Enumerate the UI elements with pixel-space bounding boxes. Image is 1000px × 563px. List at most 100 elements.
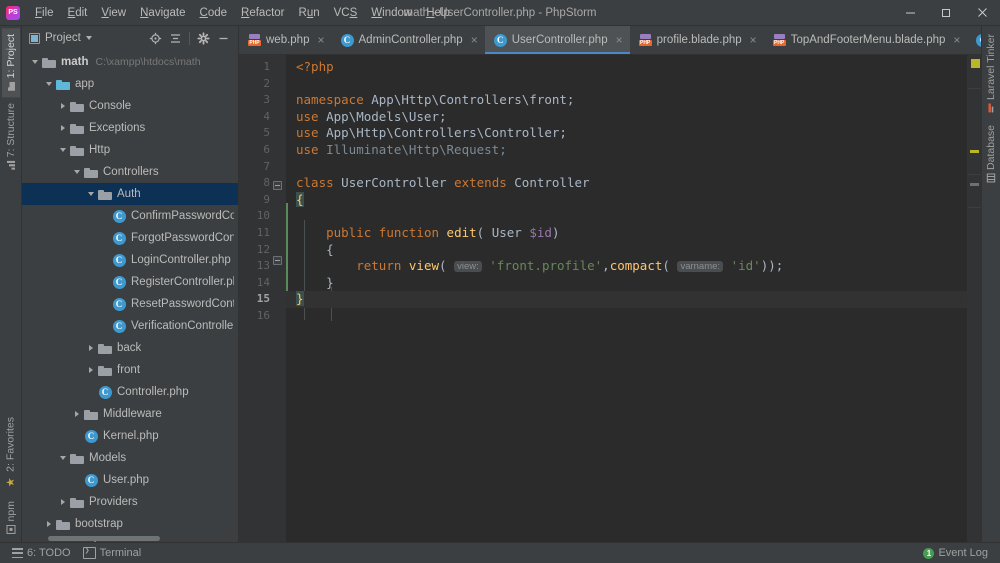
menu-item-view[interactable]: View <box>94 4 133 22</box>
editor-tab-topandfootermenu-blade-php[interactable]: PHP TopAndFooterMenu.blade.php × <box>764 26 968 54</box>
line-number[interactable]: 3 <box>239 92 275 109</box>
code-editor[interactable]: 1 2 3 4 5 6 7 8 9 10 11 12 13 14 15 16 <?php namespace A… <box>239 55 981 542</box>
tree-node-bootstrap[interactable]: bootstrap <box>22 513 238 535</box>
menu-item-edit[interactable]: Edit <box>61 4 95 22</box>
code-folding-strip[interactable] <box>273 55 286 542</box>
warning-marker[interactable] <box>970 150 979 153</box>
tree-node-front[interactable]: front <box>22 359 238 381</box>
line-number[interactable]: 5 <box>239 125 275 142</box>
tool-window-button-1-project[interactable]: 1: Project <box>1 28 20 98</box>
bookmark-marker[interactable] <box>970 183 979 186</box>
code-content[interactable]: <?php namespace App\Http\Controllers\fron… <box>286 55 967 542</box>
tree-node-console[interactable]: Console <box>22 95 238 117</box>
tree-node-controller-php[interactable]: C Controller.php <box>22 381 238 403</box>
minimize-button[interactable] <box>892 0 928 25</box>
close-tab-icon[interactable]: × <box>317 34 324 46</box>
menu-item-window[interactable]: Window <box>364 4 419 22</box>
code-line-15[interactable]: } <box>286 291 967 308</box>
tree-twisty-collapsed-icon[interactable] <box>42 521 55 527</box>
locate-icon[interactable] <box>147 30 164 47</box>
tree-twisty-collapsed-icon[interactable] <box>56 103 69 109</box>
menu-item-vcs[interactable]: VCS <box>327 4 365 22</box>
code-line-5[interactable]: use App\Http\Controllers\Controller; <box>286 125 967 142</box>
tree-twisty-collapsed-icon[interactable] <box>70 411 83 417</box>
menu-item-file[interactable]: File <box>28 4 61 22</box>
tool-window-button-npm[interactable]: npm <box>2 495 20 540</box>
line-number[interactable]: 12 <box>239 242 275 259</box>
tree-node-verificationcontroller-php[interactable]: C VerificationController.php <box>22 315 238 337</box>
tree-node-user-php[interactable]: C User.php <box>22 469 238 491</box>
code-line-13[interactable]: return view( view: 'front.profile',compa… <box>286 258 967 275</box>
menu-item-help[interactable]: Help <box>419 4 457 22</box>
line-number[interactable]: 1 <box>239 59 275 76</box>
line-number[interactable]: 10 <box>239 208 275 225</box>
tool-window-button-database[interactable]: Database <box>982 119 1000 189</box>
hide-panel-icon[interactable] <box>215 30 232 47</box>
line-number[interactable]: 2 <box>239 76 275 93</box>
tree-node-middleware[interactable]: Middleware <box>22 403 238 425</box>
code-line-1[interactable]: <?php <box>286 59 967 76</box>
line-number[interactable]: 9 <box>239 192 275 209</box>
status-item-event-log[interactable]: 1 Event Log <box>917 546 994 560</box>
code-line-12[interactable]: { <box>286 242 967 259</box>
status-item-todo[interactable]: 6: TODO <box>6 546 77 560</box>
tool-window-button-7-structure[interactable]: 7: Structure <box>2 97 20 176</box>
tree-twisty-expanded-icon[interactable] <box>28 60 41 64</box>
status-item-terminal[interactable]: Terminal <box>77 546 148 560</box>
tree-node-controllers[interactable]: Controllers <box>22 161 238 183</box>
editor-tab-usercontroller-php[interactable]: C UserController.php × <box>484 26 630 54</box>
line-number[interactable]: 7 <box>239 159 275 176</box>
line-number[interactable]: 15 <box>239 291 275 308</box>
tree-node-models[interactable]: Models <box>22 447 238 469</box>
code-line-4[interactable]: use App\Models\User; <box>286 109 967 126</box>
tree-twisty-expanded-icon[interactable] <box>70 170 83 174</box>
tree-node-confirmpasswordcontroller-php[interactable]: C ConfirmPasswordController.php <box>22 205 238 227</box>
code-line-11[interactable]: public function edit( User $id) <box>286 225 967 242</box>
tree-node-registercontroller-php[interactable]: C RegisterController.php <box>22 271 238 293</box>
maximize-button[interactable] <box>928 0 964 25</box>
project-file-tree[interactable]: math C:\xampp\htdocs\math app Console Except… <box>22 50 238 542</box>
fold-marker-method[interactable] <box>273 256 282 265</box>
error-stripe-marker-bar[interactable] <box>967 55 981 542</box>
code-line-16[interactable] <box>286 308 967 325</box>
settings-gear-icon[interactable] <box>195 30 212 47</box>
line-number[interactable]: 11 <box>239 225 275 242</box>
tree-node-exceptions[interactable]: Exceptions <box>22 117 238 139</box>
code-line-6[interactable]: use Illuminate\Http\Request; <box>286 142 967 159</box>
scrollbar-thumb[interactable] <box>48 536 160 541</box>
tree-node-back[interactable]: back <box>22 337 238 359</box>
code-line-7[interactable] <box>286 159 967 176</box>
tree-node-providers[interactable]: Providers <box>22 491 238 513</box>
tree-horizontal-scrollbar[interactable] <box>48 536 234 541</box>
tree-node-forgotpasswordcontroller-php[interactable]: C ForgotPasswordController.php <box>22 227 238 249</box>
tool-window-button-2-favorites[interactable]: ★ 2: Favorites <box>1 411 20 495</box>
close-tab-icon[interactable]: × <box>750 34 757 46</box>
tree-twisty-collapsed-icon[interactable] <box>56 499 69 505</box>
tree-twisty-collapsed-icon[interactable] <box>84 345 97 351</box>
warning-marker-top[interactable] <box>971 59 980 68</box>
tree-twisty-expanded-icon[interactable] <box>56 148 69 152</box>
code-line-9[interactable]: { <box>286 191 967 209</box>
tree-node-http[interactable]: Http <box>22 139 238 161</box>
menu-item-run[interactable]: Run <box>292 4 327 22</box>
tree-node-kernel-php[interactable]: C Kernel.php <box>22 425 238 447</box>
editor-tab-admincontroller-php[interactable]: C AdminController.php × <box>332 26 485 54</box>
close-tab-icon[interactable]: × <box>471 34 478 46</box>
close-button[interactable] <box>964 0 1000 25</box>
close-tab-icon[interactable]: × <box>953 34 960 46</box>
menu-item-code[interactable]: Code <box>193 4 235 22</box>
menu-item-refactor[interactable]: Refactor <box>234 4 291 22</box>
code-line-2[interactable] <box>286 76 967 93</box>
line-number[interactable]: 6 <box>239 142 275 159</box>
line-number[interactable]: 8 <box>239 175 275 192</box>
tree-twisty-expanded-icon[interactable] <box>56 456 69 460</box>
tool-window-button-laravel-tinker[interactable]: Laravel Tinker <box>982 28 1000 119</box>
line-number[interactable]: 14 <box>239 275 275 292</box>
editor-tab-profile-blade-php[interactable]: PHP profile.blade.php × <box>630 26 764 54</box>
line-number[interactable]: 13 <box>239 258 275 275</box>
tree-twisty-collapsed-icon[interactable] <box>84 367 97 373</box>
close-tab-icon[interactable]: × <box>616 34 623 46</box>
tree-node-resetpasswordcontroller-php[interactable]: C ResetPasswordController.php <box>22 293 238 315</box>
editor-tab-homecontroller-php[interactable]: CHomeController.php× <box>967 26 981 54</box>
tree-twisty-expanded-icon[interactable] <box>84 192 97 196</box>
